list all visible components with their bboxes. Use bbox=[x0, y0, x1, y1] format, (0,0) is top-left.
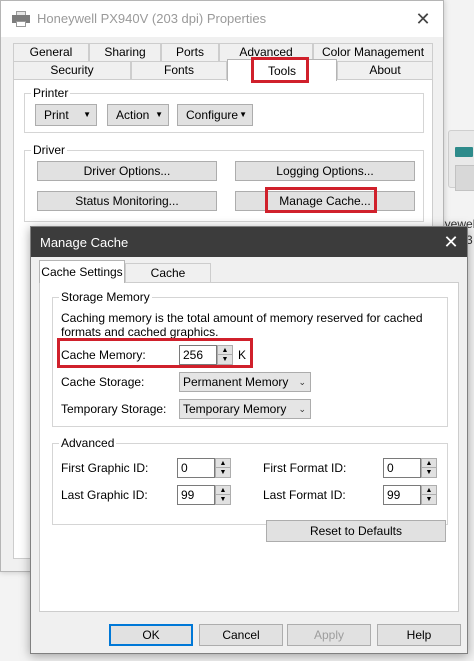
action-dropdown-button[interactable]: Action ▼ bbox=[107, 104, 169, 126]
first-graphic-id-spinner[interactable]: ▲ ▼ bbox=[215, 458, 231, 478]
status-monitoring-button[interactable]: Status Monitoring... bbox=[37, 191, 217, 211]
tab-ports[interactable]: Ports bbox=[161, 43, 219, 61]
select-value: Temporary Memory bbox=[183, 402, 287, 416]
cancel-button[interactable]: Cancel bbox=[199, 624, 283, 646]
spin-down-icon[interactable]: ▼ bbox=[216, 495, 230, 504]
spin-up-icon[interactable]: ▲ bbox=[216, 459, 230, 468]
reset-to-defaults-button[interactable]: Reset to Defaults bbox=[266, 520, 446, 542]
chevron-down-icon: ⌄ bbox=[298, 377, 306, 387]
close-icon[interactable]: ✕ bbox=[413, 9, 433, 29]
driver-options-button[interactable]: Driver Options... bbox=[37, 161, 217, 181]
select-value: Permanent Memory bbox=[183, 375, 289, 389]
cache-storage-select[interactable]: Permanent Memory ⌄ bbox=[179, 372, 311, 392]
cache-storage-label: Cache Storage: bbox=[61, 375, 145, 389]
printer-group: Printer Print ▼ Action ▼ Configure ▼ bbox=[24, 86, 424, 133]
ok-button[interactable]: OK bbox=[109, 624, 193, 646]
manage-cache-highlight bbox=[265, 187, 377, 213]
spin-up-icon[interactable]: ▲ bbox=[422, 459, 436, 468]
button-label: Action bbox=[116, 108, 150, 122]
last-graphic-id-input[interactable]: 99 bbox=[177, 485, 215, 505]
spin-up-icon[interactable]: ▲ bbox=[216, 486, 230, 495]
first-format-id-input[interactable]: 0 bbox=[383, 458, 421, 478]
tab-about[interactable]: About bbox=[337, 61, 433, 79]
button-label: Configure bbox=[186, 108, 239, 122]
tab-cache-contents[interactable]: Cache Contents bbox=[125, 263, 211, 299]
cache-settings-panel: Storage Memory Caching memory is the tot… bbox=[39, 282, 459, 612]
last-format-id-spinner[interactable]: ▲ ▼ bbox=[421, 485, 437, 505]
group-label: Advanced bbox=[59, 436, 117, 450]
close-icon[interactable]: ✕ bbox=[441, 232, 461, 252]
group-label: Storage Memory bbox=[59, 290, 152, 304]
advanced-group: Advanced First Graphic ID: 0 ▲ ▼ First F… bbox=[52, 436, 448, 525]
first-graphic-id-input[interactable]: 0 bbox=[177, 458, 215, 478]
tools-tab-highlight bbox=[251, 57, 309, 83]
apply-button[interactable]: Apply bbox=[287, 624, 371, 646]
last-format-id-input[interactable]: 99 bbox=[383, 485, 421, 505]
last-format-id-label: Last Format ID: bbox=[263, 488, 346, 502]
spin-down-icon[interactable]: ▼ bbox=[422, 468, 436, 477]
temporary-storage-select[interactable]: Temporary Memory ⌄ bbox=[179, 399, 311, 419]
tab-fonts[interactable]: Fonts bbox=[131, 61, 227, 79]
cache-memory-highlight bbox=[57, 338, 253, 368]
first-format-id-spinner[interactable]: ▲ ▼ bbox=[421, 458, 437, 478]
chevron-down-icon: ⌄ bbox=[298, 404, 306, 414]
button-label: Print bbox=[44, 108, 69, 122]
bg-printer-image bbox=[455, 165, 474, 191]
dialog-title: Manage Cache bbox=[40, 235, 129, 250]
last-graphic-id-label: Last Graphic ID: bbox=[61, 488, 148, 502]
spin-down-icon[interactable]: ▼ bbox=[422, 495, 436, 504]
caret-down-icon: ▼ bbox=[83, 110, 91, 119]
configure-dropdown-button[interactable]: Configure ▼ bbox=[177, 104, 253, 126]
tab-general[interactable]: General bbox=[13, 43, 89, 61]
manage-cache-dialog: Manage Cache ✕ Cache Contents Storage Me… bbox=[30, 226, 468, 654]
window-title: Honeywell PX940V (203 dpi) Properties bbox=[37, 11, 267, 26]
help-button[interactable]: Help bbox=[377, 624, 461, 646]
print-dropdown-button[interactable]: Print ▼ bbox=[35, 104, 97, 126]
storage-description: Caching memory is the total amount of me… bbox=[61, 311, 423, 339]
caret-down-icon: ▼ bbox=[155, 110, 163, 119]
tab-cache-settings[interactable]: Cache Settings bbox=[39, 260, 125, 283]
tab-sharing[interactable]: Sharing bbox=[89, 43, 161, 61]
first-graphic-id-label: First Graphic ID: bbox=[61, 461, 149, 475]
last-graphic-id-spinner[interactable]: ▲ ▼ bbox=[215, 485, 231, 505]
spin-up-icon[interactable]: ▲ bbox=[422, 486, 436, 495]
tab-security[interactable]: Security bbox=[13, 61, 131, 79]
printer-icon bbox=[12, 11, 30, 27]
caret-down-icon: ▼ bbox=[239, 110, 247, 119]
spin-down-icon[interactable]: ▼ bbox=[216, 468, 230, 477]
group-label: Driver bbox=[31, 143, 67, 157]
group-label: Printer bbox=[31, 86, 71, 100]
properties-titlebar: Honeywell PX940V (203 dpi) Properties ✕ bbox=[1, 1, 443, 37]
dialog-titlebar: Manage Cache ✕ bbox=[31, 227, 467, 257]
temporary-storage-label: Temporary Storage: bbox=[61, 402, 167, 416]
logging-options-button[interactable]: Logging Options... bbox=[235, 161, 415, 181]
first-format-id-label: First Format ID: bbox=[263, 461, 347, 475]
